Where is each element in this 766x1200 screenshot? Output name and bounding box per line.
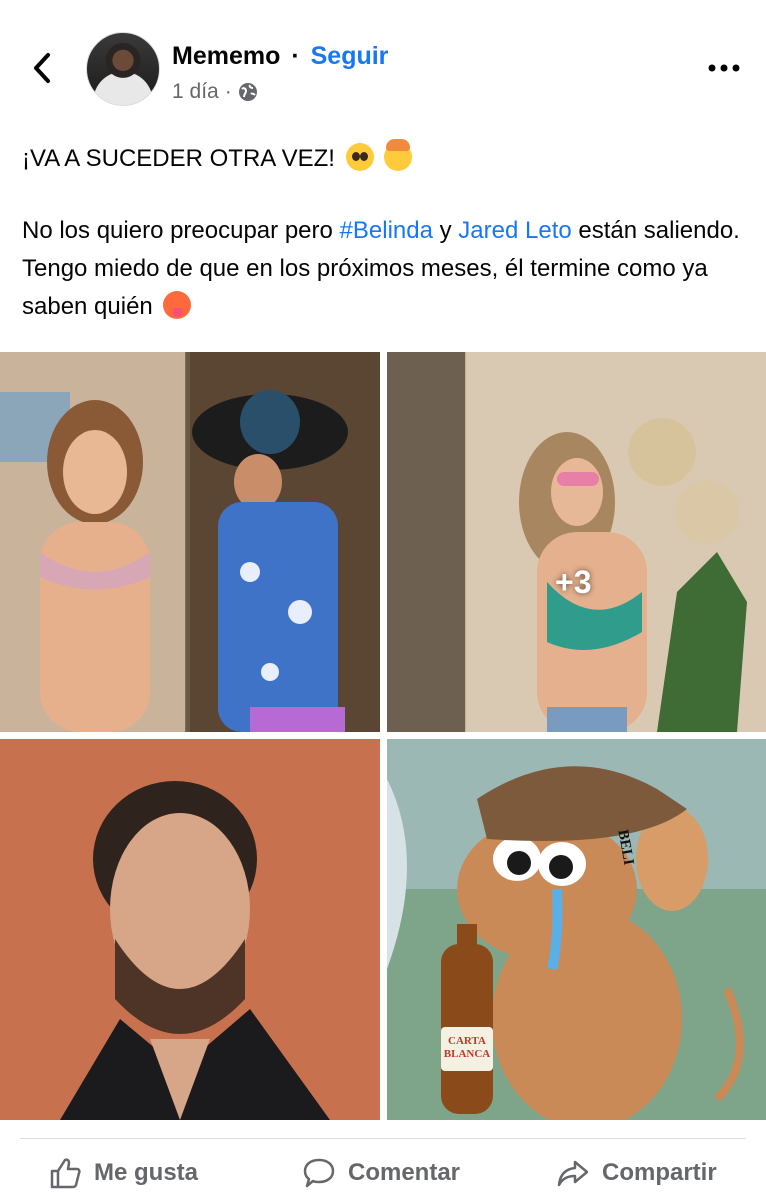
body-text-2: y <box>439 217 452 244</box>
pleading-face-icon <box>345 143 374 171</box>
like-button[interactable]: Me gusta <box>48 1156 198 1190</box>
thumbs-up-icon <box>50 1158 81 1189</box>
body-text-1: No los quiero preocupar pero <box>22 217 333 244</box>
post-body: No los quiero preocupar pero #Belinda y … <box>22 212 747 326</box>
photo-4[interactable]: CARTA BLANCA BELI <box>387 739 766 1120</box>
share-button[interactable]: Compartir <box>556 1156 717 1190</box>
photo-3-illustration <box>0 739 380 1120</box>
photo-grid: CARTA BLANCA BELI +3 <box>0 352 766 1120</box>
like-label: Me gusta <box>94 1159 199 1186</box>
name-separator: · <box>291 42 300 70</box>
avatar[interactable] <box>86 32 160 106</box>
action-bar: Me gusta Comentar Compartir <box>0 1148 766 1200</box>
back-button[interactable] <box>26 50 58 86</box>
post-headline: ¡VA A SUCEDER OTRA VEZ! <box>22 139 747 178</box>
photo-1-illustration <box>0 352 380 732</box>
photo-1[interactable] <box>0 352 380 732</box>
photo-3[interactable] <box>0 739 380 1120</box>
meta-separator: · <box>224 80 232 103</box>
share-arrow-icon <box>557 1160 589 1187</box>
comment-bubble-icon <box>303 1158 335 1188</box>
post-text: ¡VA A SUCEDER OTRA VEZ! No los quiero pr… <box>22 139 747 326</box>
mention-link[interactable]: Jared Leto <box>458 217 571 244</box>
post-meta: 1 día · <box>172 80 258 104</box>
follow-button[interactable]: Seguir <box>311 42 389 70</box>
chevron-left-icon <box>34 53 50 83</box>
more-photos-count[interactable]: +3 <box>555 564 591 601</box>
comment-button[interactable]: Comentar <box>302 1156 460 1190</box>
author-name[interactable]: Mememo <box>172 42 280 70</box>
post-timestamp[interactable]: 1 día <box>172 80 219 104</box>
hashtag-link[interactable]: #Belinda <box>340 217 433 244</box>
hot-face-icon <box>163 291 192 319</box>
headline-text: ¡VA A SUCEDER OTRA VEZ! <box>22 145 335 172</box>
actions-divider <box>20 1138 746 1139</box>
exploding-head-icon <box>384 139 413 171</box>
beer-label: CARTA BLANCA <box>441 1027 493 1071</box>
post-header: Mememo · Seguir 1 día · <box>0 0 766 130</box>
photo-2[interactable] <box>387 352 766 732</box>
author-row: Mememo · Seguir <box>172 42 388 71</box>
comment-label: Comentar <box>348 1159 461 1186</box>
more-options-button[interactable] <box>706 56 742 80</box>
photo-2-illustration <box>387 352 747 732</box>
share-label: Compartir <box>602 1159 717 1186</box>
more-horizontal-icon <box>708 64 740 72</box>
globe-icon <box>238 83 257 101</box>
